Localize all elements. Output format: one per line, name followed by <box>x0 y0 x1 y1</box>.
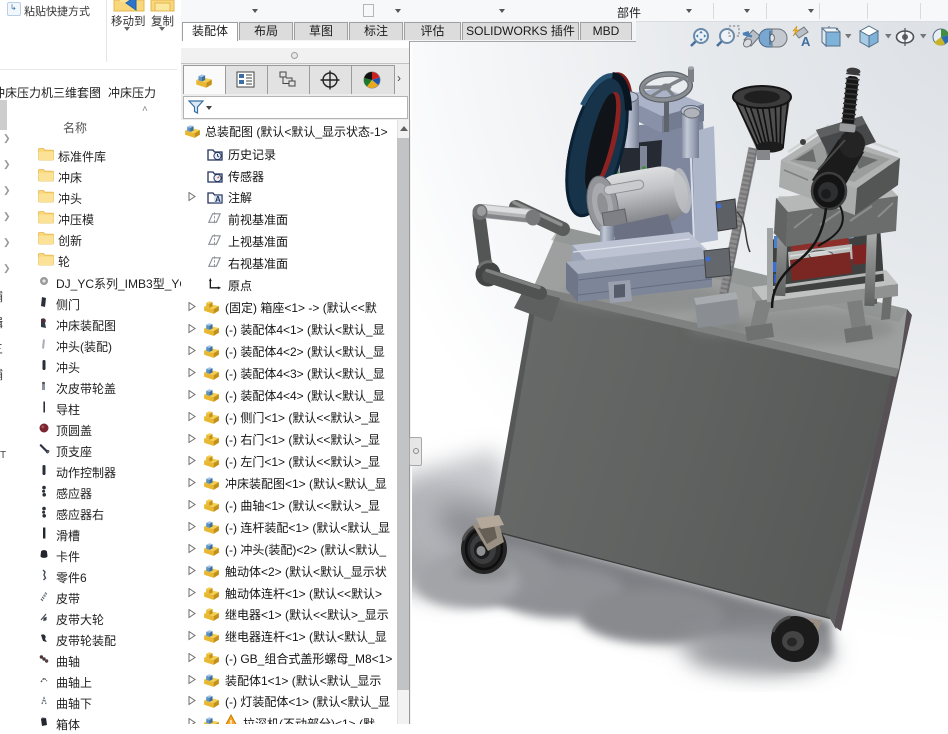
svg-text:A: A <box>801 34 811 49</box>
svg-text:A: A <box>215 195 221 204</box>
svg-text:!: ! <box>230 719 233 725</box>
